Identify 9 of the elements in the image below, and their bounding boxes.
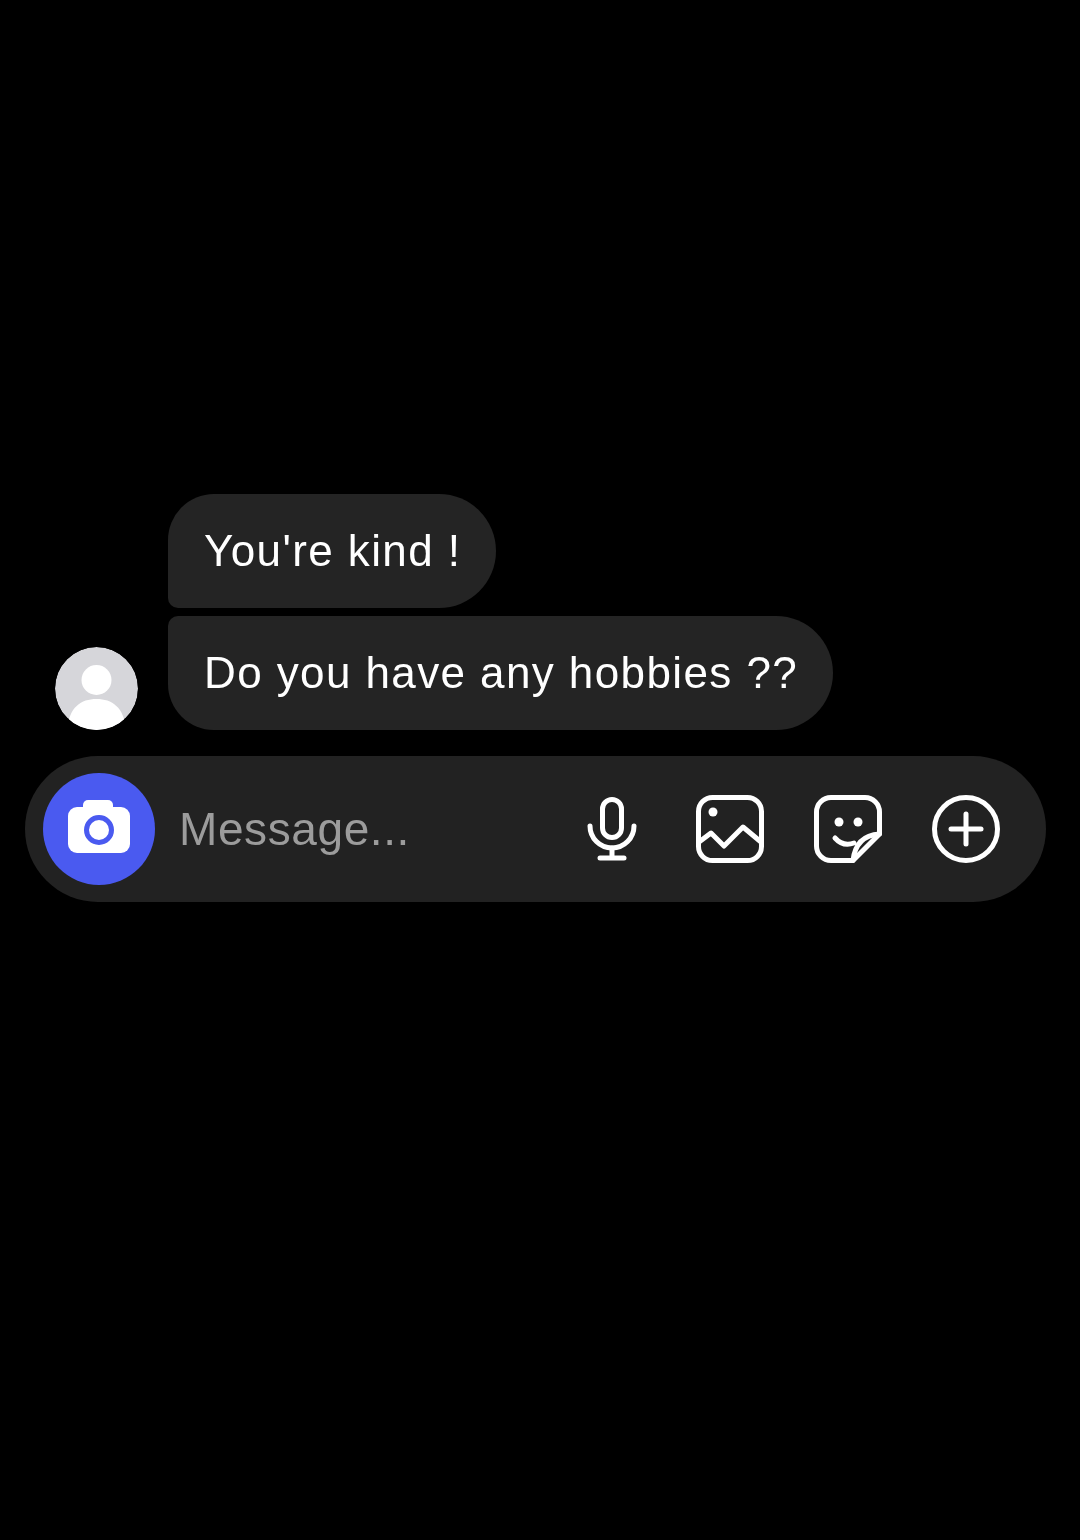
sticker-icon[interactable] (814, 795, 882, 863)
microphone-icon[interactable] (585, 797, 639, 861)
avatar-icon (55, 647, 138, 730)
message-field[interactable]: Message... (179, 799, 585, 859)
add-icon[interactable] (932, 795, 1000, 863)
camera-icon[interactable] (43, 773, 155, 885)
image-icon[interactable] (696, 795, 764, 863)
message-bubble: Do you have any hobbies ?? (168, 616, 834, 730)
message-bubble: You're kind ! (168, 494, 497, 608)
